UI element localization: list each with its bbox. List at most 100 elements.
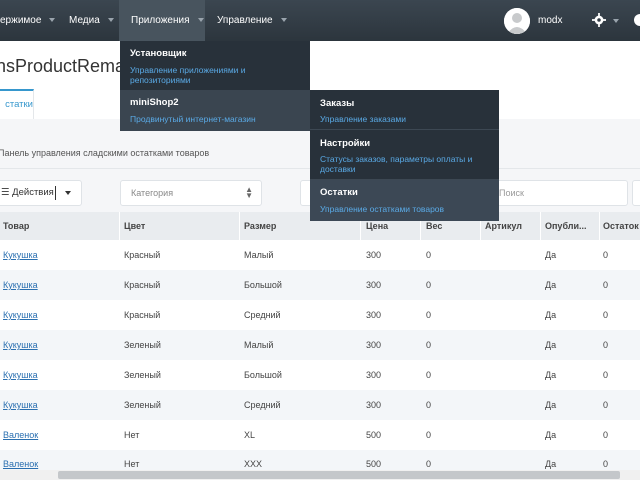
cell-weight: 0 bbox=[426, 430, 432, 440]
nav-content[interactable]: ержимое bbox=[0, 0, 56, 41]
table-row[interactable]: Кукушка Зеленый Средний 300 0 Да 0 bbox=[0, 390, 640, 421]
menu-item-subtitle: Управление приложениями и репозиториями bbox=[130, 65, 246, 85]
submenu-item-title: Заказы bbox=[320, 98, 355, 109]
cell-size: Средний bbox=[244, 400, 281, 410]
search-input[interactable]: Поиск bbox=[488, 180, 628, 206]
menu-item-minishop2[interactable]: miniShop2 Продвинутый интернет-магазин bbox=[120, 90, 310, 131]
list-icon: ☰ bbox=[1, 187, 10, 198]
product-link[interactable]: Валенок bbox=[3, 420, 38, 450]
cell-remains: 0 bbox=[603, 430, 609, 440]
cell-price: 300 bbox=[366, 340, 382, 350]
chevron-down-icon bbox=[49, 18, 56, 23]
category-placeholder: Категория bbox=[131, 188, 174, 198]
gear-icon[interactable] bbox=[592, 13, 606, 27]
divider bbox=[599, 212, 600, 240]
category-select[interactable]: Категория ▲ ▼ bbox=[120, 180, 262, 206]
col-header-size[interactable]: Размер bbox=[244, 212, 276, 240]
menu-item-installer[interactable]: Установщик Управление приложениями и реп… bbox=[120, 41, 310, 90]
actions-button[interactable]: ☰ Действия bbox=[0, 180, 82, 206]
cell-published: Да bbox=[545, 250, 557, 260]
cell-published: Да bbox=[545, 340, 557, 350]
cell-price: 300 bbox=[366, 250, 382, 260]
horizontal-scrollbar[interactable] bbox=[0, 470, 640, 480]
cell-color: Зеленый bbox=[124, 340, 161, 350]
minishop2-submenu: Заказы Управление заказами Настройки Ста… bbox=[310, 90, 499, 221]
submenu-item-title: Настройки bbox=[320, 138, 371, 149]
cell-remains: 0 bbox=[603, 370, 609, 380]
table-row[interactable]: Кукушка Зеленый Малый 300 0 Да 0 bbox=[0, 330, 640, 361]
cell-price: 300 bbox=[366, 280, 382, 290]
username[interactable]: modx bbox=[538, 0, 562, 41]
nav-apps-label: Приложения bbox=[131, 15, 190, 26]
cell-color: Красный bbox=[124, 310, 161, 320]
submenu-item-remains[interactable]: Остатки Управление остатками товаров bbox=[310, 180, 499, 221]
table-row[interactable]: Валенок Нет XL 500 0 Да 0 bbox=[0, 420, 640, 451]
product-link[interactable]: Кукушка bbox=[3, 240, 38, 270]
cell-price: 300 bbox=[366, 400, 382, 410]
cell-size: Большой bbox=[244, 280, 282, 290]
apps-dropdown-menu: Установщик Управление приложениями и реп… bbox=[120, 41, 310, 131]
submenu-item-title: Остатки bbox=[320, 187, 358, 198]
user-icon bbox=[504, 8, 530, 34]
table-row[interactable]: Кукушка Красный Средний 300 0 Да 0 bbox=[0, 300, 640, 331]
top-navbar: ержимое Медиа Приложения Управление modx bbox=[0, 0, 640, 41]
cell-size: Малый bbox=[244, 340, 274, 350]
page-title: nsProductRema bbox=[0, 56, 126, 76]
cell-weight: 0 bbox=[426, 400, 432, 410]
cell-price: 300 bbox=[366, 370, 382, 380]
product-link[interactable]: Кукушка bbox=[3, 300, 38, 330]
table-row[interactable]: Кукушка Зеленый Большой 300 0 Да 0 bbox=[0, 360, 640, 391]
actions-label: ☰ Действия bbox=[1, 181, 54, 205]
cell-price: 500 bbox=[366, 430, 382, 440]
filter-field-extra[interactable] bbox=[632, 180, 640, 206]
cell-size: XL bbox=[244, 430, 256, 440]
cell-color: Зеленый bbox=[124, 370, 161, 380]
cell-remains: 0 bbox=[603, 280, 609, 290]
cell-published: Да bbox=[545, 370, 557, 380]
submenu-item-orders[interactable]: Заказы Управление заказами bbox=[310, 90, 499, 130]
divider bbox=[55, 186, 56, 200]
product-link[interactable]: Кукушка bbox=[3, 390, 38, 420]
submenu-item-subtitle: Управление остатками товаров bbox=[320, 204, 445, 214]
product-link[interactable]: Кукушка bbox=[3, 360, 38, 390]
cell-remains: 0 bbox=[603, 400, 609, 410]
avatar[interactable] bbox=[504, 8, 530, 34]
scrollbar-thumb[interactable] bbox=[58, 471, 620, 479]
divider bbox=[119, 212, 120, 240]
nav-media[interactable]: Медиа bbox=[69, 0, 119, 41]
submenu-item-subtitle: Управление заказами bbox=[320, 114, 406, 124]
cell-size: Большой bbox=[244, 370, 282, 380]
menu-item-title: miniShop2 bbox=[130, 97, 179, 108]
cell-published: Да bbox=[545, 400, 557, 410]
cell-weight: 0 bbox=[426, 310, 432, 320]
submenu-item-settings[interactable]: Настройки Статусы заказов, параметры опл… bbox=[310, 130, 499, 180]
table-row[interactable]: Валенок Нет XXX 500 0 Да 0 bbox=[0, 450, 640, 471]
chevron-down-icon[interactable] bbox=[613, 19, 619, 23]
actions-text: Действия bbox=[12, 187, 54, 198]
chevron-down-icon[interactable] bbox=[65, 191, 71, 195]
cell-color: Нет bbox=[124, 430, 140, 440]
col-header-published[interactable]: Опубли... bbox=[545, 212, 587, 240]
table-row[interactable]: Кукушка Красный Малый 300 0 Да 0 bbox=[0, 240, 640, 271]
search-placeholder: Поиск bbox=[499, 188, 524, 198]
nav-apps[interactable]: Приложения bbox=[119, 0, 205, 41]
divider bbox=[239, 212, 240, 240]
cell-weight: 0 bbox=[426, 250, 432, 260]
product-link[interactable]: Кукушка bbox=[3, 330, 38, 360]
table-row[interactable]: Кукушка Красный Большой 300 0 Да 0 bbox=[0, 270, 640, 301]
cell-published: Да bbox=[545, 310, 557, 320]
divider bbox=[540, 212, 541, 240]
product-link[interactable]: Кукушка bbox=[3, 270, 38, 300]
chevron-down-icon bbox=[197, 18, 204, 23]
cell-color: Красный bbox=[124, 280, 161, 290]
circle-icon[interactable] bbox=[634, 13, 640, 27]
cell-weight: 0 bbox=[426, 280, 432, 290]
col-header-product[interactable]: Товар bbox=[3, 212, 29, 240]
tab-remains[interactable]: статки bbox=[0, 89, 34, 122]
col-header-color[interactable]: Цвет bbox=[124, 212, 145, 240]
menu-item-subtitle: Продвинутый интернет-магазин bbox=[130, 114, 256, 124]
cell-color: Зеленый bbox=[124, 400, 161, 410]
nav-manage[interactable]: Управление bbox=[217, 0, 287, 41]
cell-weight: 0 bbox=[426, 370, 432, 380]
col-header-remains[interactable]: Остаток bbox=[603, 212, 639, 240]
